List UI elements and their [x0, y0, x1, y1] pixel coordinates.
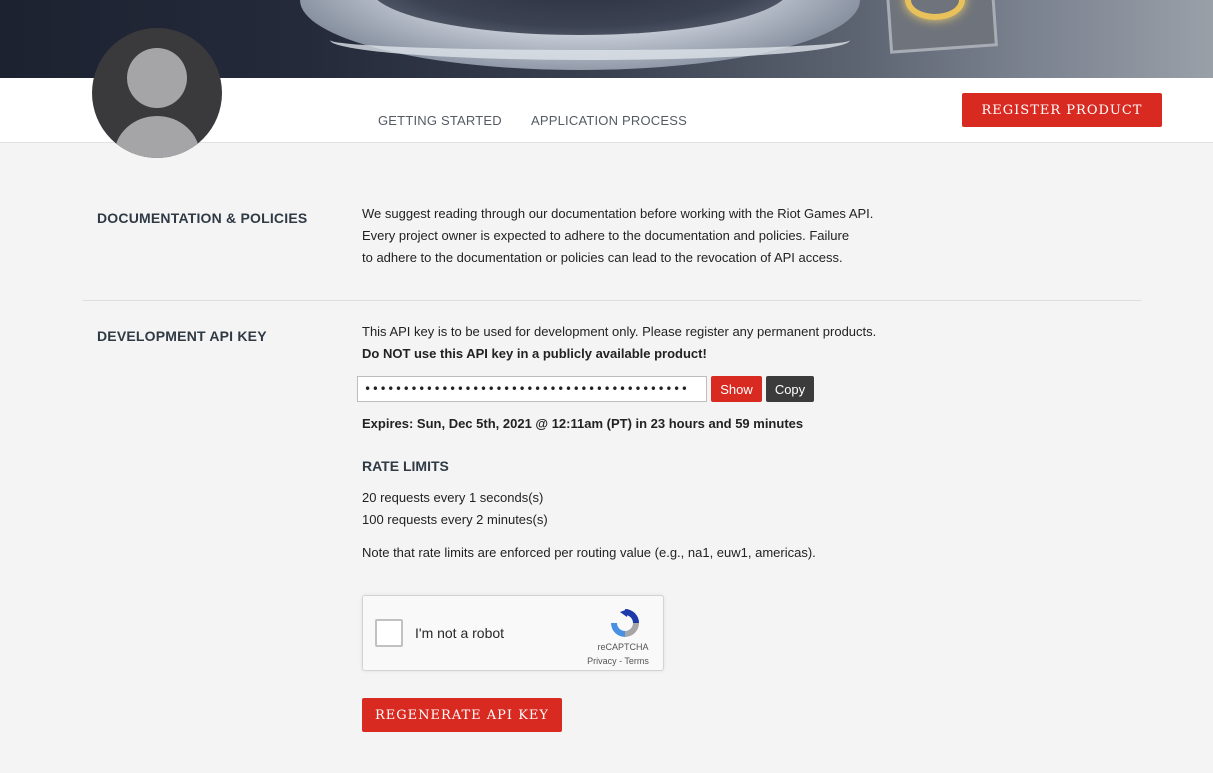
- avatar[interactable]: [92, 28, 222, 158]
- recaptcha-links[interactable]: Privacy - Terms: [573, 656, 663, 666]
- rate-limits-title: RATE LIMITS: [362, 458, 449, 474]
- nav-getting-started[interactable]: GETTING STARTED: [378, 113, 502, 128]
- recaptcha-logo-icon: [611, 609, 639, 637]
- banner-art-band: [330, 20, 850, 60]
- copy-key-button[interactable]: Copy: [766, 376, 814, 402]
- documentation-line: to adhere to the documentation or polici…: [362, 250, 843, 265]
- show-key-button[interactable]: Show: [711, 376, 762, 402]
- recaptcha-label: I'm not a robot: [415, 625, 505, 641]
- recaptcha-brand: reCAPTCHA: [597, 642, 649, 652]
- dev-api-key-title: DEVELOPMENT API KEY: [97, 328, 267, 344]
- documentation-line: We suggest reading through our documenta…: [362, 206, 874, 221]
- register-product-button[interactable]: REGISTER PRODUCT: [962, 93, 1162, 127]
- dev-api-key-description: This API key is to be used for developme…: [362, 321, 876, 365]
- dev-key-warning: Do NOT use this API key in a publicly av…: [362, 346, 707, 361]
- documentation-line: Every project owner is expected to adher…: [362, 228, 850, 243]
- key-expiry: Expires: Sun, Dec 5th, 2021 @ 12:11am (P…: [362, 416, 804, 431]
- rate-limits-note: Note that rate limits are enforced per r…: [362, 545, 816, 560]
- nav-application-process[interactable]: APPLICATION PROCESS: [531, 113, 687, 128]
- section-divider: [83, 300, 1141, 301]
- documentation-title: DOCUMENTATION & POLICIES: [97, 210, 308, 226]
- rate-limit-item: 20 requests every 1 seconds(s): [362, 490, 544, 505]
- recaptcha-widget: I'm not a robot reCAPTCHA Privacy - Term…: [362, 595, 664, 671]
- avatar-body-icon: [114, 116, 200, 158]
- recaptcha-checkbox[interactable]: [375, 619, 403, 647]
- rate-limits-list: 20 requests every 1 seconds(s) 100 reque…: [362, 487, 548, 531]
- regenerate-api-key-button[interactable]: REGENERATE API KEY: [362, 698, 562, 732]
- documentation-text: We suggest reading through our documenta…: [362, 203, 873, 269]
- dev-key-note: This API key is to be used for developme…: [362, 324, 877, 339]
- avatar-head-icon: [127, 48, 187, 108]
- api-key-field[interactable]: ••••••••••••••••••••••••••••••••••••••••…: [357, 376, 707, 402]
- rate-limit-item: 100 requests every 2 minutes(s): [362, 512, 548, 527]
